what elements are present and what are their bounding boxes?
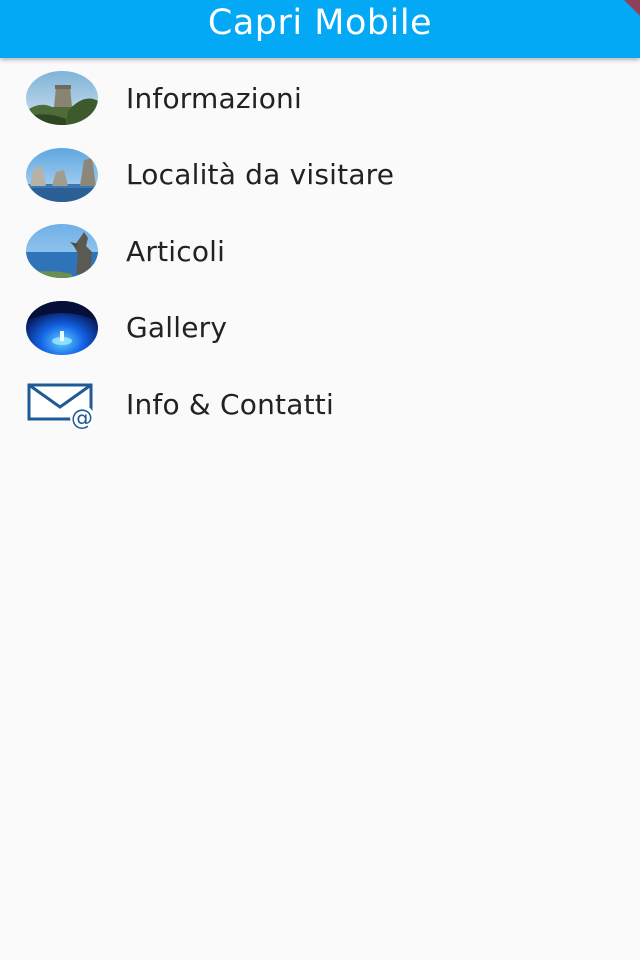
statue-sea-photo-icon [26, 224, 98, 279]
menu-item-localita-da-visitare[interactable]: Località da visitare [0, 137, 640, 214]
menu-item-gallery[interactable]: Gallery [0, 290, 640, 367]
menu-item-label: Informazioni [126, 81, 302, 115]
app-bar: Capri Mobile [0, 0, 640, 58]
menu-item-articoli[interactable]: Articoli [0, 213, 640, 290]
faraglioni-rocks-photo-icon [26, 147, 98, 202]
app-title: Capri Mobile [207, 2, 433, 43]
menu-item-label: Località da visitare [126, 158, 395, 192]
app-screen: Capri Mobile Informazioni Località da vi… [0, 0, 640, 960]
menu-item-label: Gallery [126, 311, 228, 345]
menu-item-info-contatti[interactable]: @ Info & Contatti [0, 366, 640, 443]
tower-landscape-photo-icon [26, 71, 98, 126]
main-menu-list: Informazioni Località da visitare Artico… [0, 60, 640, 443]
blue-grotto-photo-icon [26, 300, 98, 355]
menu-item-informazioni[interactable]: Informazioni [0, 60, 640, 137]
menu-item-label: Info & Contatti [126, 387, 334, 421]
svg-text:@: @ [71, 406, 93, 431]
envelope-at-icon: @ [26, 377, 98, 431]
menu-item-label: Articoli [126, 234, 226, 268]
